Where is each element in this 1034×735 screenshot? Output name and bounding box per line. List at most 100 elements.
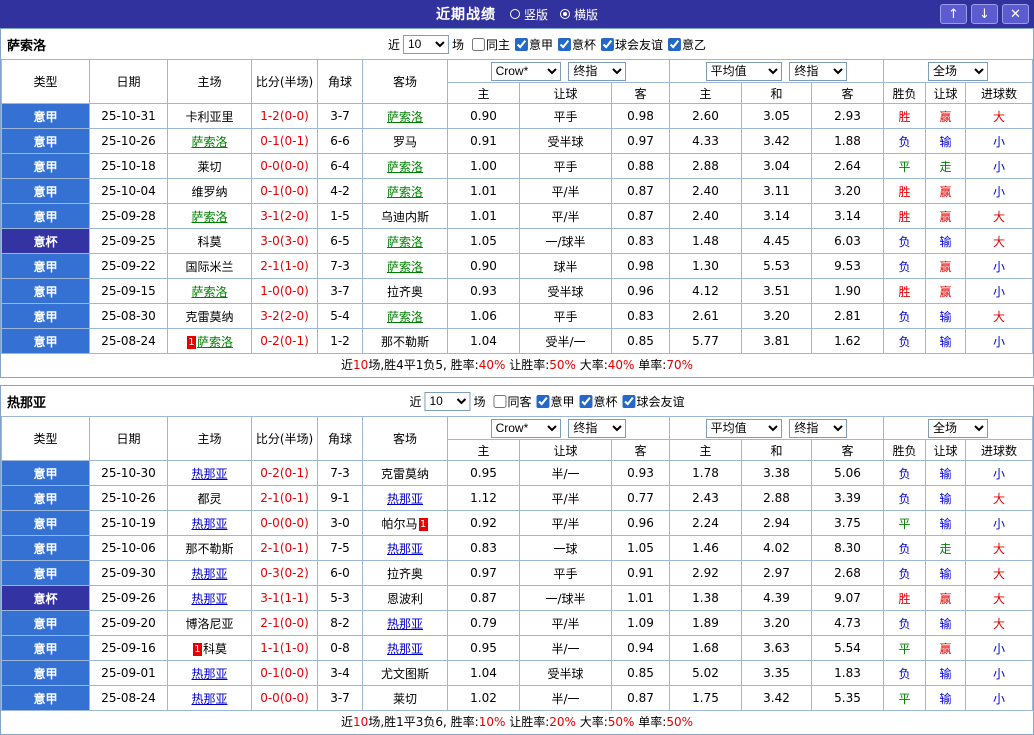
checkbox-input[interactable] (471, 37, 485, 51)
corners-cell: 6-4 (317, 153, 363, 179)
team-name-link[interactable]: 萨索洛 (191, 285, 227, 299)
avg-final-select[interactable]: 终指 (789, 418, 848, 438)
team-name-link[interactable]: 热那亚 (191, 467, 227, 481)
scope-select[interactable]: 全场 (928, 61, 988, 81)
corners-cell: 3-7 (317, 103, 363, 129)
checkbox-input[interactable] (601, 37, 615, 51)
home-team-cell: 都灵 (167, 485, 252, 511)
team-name-link[interactable]: 热那亚 (191, 592, 227, 606)
result-goals-cell: 小 (965, 685, 1033, 711)
odds-final-select[interactable]: 终指 (568, 61, 627, 81)
avg-select[interactable]: 平均值 (705, 61, 782, 81)
result-handicap-cell: 输 (925, 485, 966, 511)
team-name-link[interactable]: 萨索洛 (387, 310, 423, 324)
odds-final-select[interactable]: 终指 (568, 418, 627, 438)
move-down-button[interactable]: ↓ (971, 4, 998, 24)
checkbox-input[interactable] (493, 394, 507, 408)
avg-home-cell: 1.46 (669, 535, 742, 561)
checkbox-input[interactable] (558, 37, 572, 51)
filter-checkbox-意甲[interactable]: 意甲 (514, 36, 553, 53)
odds-away-cell: 0.87 (611, 203, 670, 229)
filter-checkbox-球会友谊[interactable]: 球会友谊 (601, 36, 663, 53)
team-name-link: 恩波利 (386, 591, 423, 606)
away-team-cell: 拉齐奥 (362, 560, 448, 586)
avg-away-cell: 2.68 (811, 560, 884, 586)
close-button[interactable]: ✕ (1002, 4, 1029, 24)
filter-checkbox-同主[interactable]: 同主 (471, 36, 510, 53)
filter-checkbox-意甲[interactable]: 意甲 (536, 393, 575, 410)
move-up-button[interactable]: ↑ (940, 4, 967, 24)
odds-company-select[interactable]: Crow* (490, 418, 561, 438)
team-name-link[interactable]: 萨索洛 (191, 210, 227, 224)
corners-cell: 3-7 (317, 278, 363, 304)
team-name-link: 莱切 (392, 691, 417, 706)
result-goals-cell: 大 (965, 103, 1033, 129)
result-wdl-cell: 胜 (883, 203, 926, 229)
team-name-link[interactable]: 萨索洛 (197, 335, 233, 349)
handicap-cell: 平/半 (519, 178, 612, 204)
checkbox-input[interactable] (668, 37, 682, 51)
team-name-link[interactable]: 萨索洛 (191, 135, 227, 149)
score-cell: 0-0(0-0) (251, 153, 318, 179)
result-handicap-cell: 赢 (925, 203, 966, 229)
sections-root: 萨索洛 近 10 场 同主 意甲 意杯 球会友谊 意乙 类型 日期 主场 比分(… (0, 28, 1034, 735)
avg-select[interactable]: 平均值 (705, 418, 782, 438)
odds-away-cell: 0.91 (611, 560, 670, 586)
scope-select[interactable]: 全场 (928, 418, 988, 438)
result-wdl-cell: 胜 (883, 178, 926, 204)
checkbox-input[interactable] (579, 394, 593, 408)
result-wdl-cell: 胜 (883, 103, 926, 129)
summary-line: 近10场,胜4平1负5, 胜率:40% 让胜率:50% 大率:40% 单率:70… (1, 354, 1033, 377)
filter-checkbox-意杯[interactable]: 意杯 (579, 393, 618, 410)
filter-checkbox-同客[interactable]: 同客 (493, 393, 532, 410)
match-count-select[interactable]: 10 (402, 34, 449, 54)
avg-final-select[interactable]: 终指 (789, 61, 848, 81)
score-cell: 0-2(0-1) (251, 328, 318, 354)
odds-home-cell: 1.05 (447, 228, 520, 254)
checkbox-label-text: 意杯 (593, 394, 618, 409)
match-date: 25-10-30 (89, 460, 168, 486)
checkbox-input[interactable] (514, 37, 528, 51)
team-name-link[interactable]: 热那亚 (387, 617, 423, 631)
result-goals-cell: 大 (965, 303, 1033, 329)
filter-checkbox-意杯[interactable]: 意杯 (558, 36, 596, 53)
filter-bar: 近 10 场 同客 意甲 意杯 球会友谊 (409, 391, 685, 411)
filter-checkbox-意乙[interactable]: 意乙 (668, 36, 706, 53)
layout-radio-vertical[interactable]: 竖版 (509, 6, 548, 23)
avg-draw-cell: 4.02 (741, 535, 812, 561)
team-name-link[interactable]: 热那亚 (387, 492, 423, 506)
recent-results-window: 近期战绩 竖版 横版 ↑ ↓ ✕ 萨索洛 近 10 场 同主 意甲 意杯 球会友谊 意乙 (0, 0, 1034, 735)
team-name-link[interactable]: 热那亚 (387, 642, 423, 656)
column-header-away: 客场 (362, 416, 448, 461)
team-name-link[interactable]: 热那亚 (191, 692, 227, 706)
team-name-link[interactable]: 萨索洛 (387, 160, 423, 174)
result-handicap-cell: 输 (925, 328, 966, 354)
team-name-link[interactable]: 萨索洛 (387, 260, 423, 274)
odds-company-select[interactable]: Crow* (490, 61, 561, 81)
team-name-link: 莱切 (197, 159, 222, 174)
team-name-link[interactable]: 热那亚 (387, 542, 423, 556)
filter-checkbox-球会友谊[interactable]: 球会友谊 (622, 393, 685, 410)
subheader-result-goals: 进球数 (965, 82, 1033, 104)
column-header-home: 主场 (167, 59, 252, 104)
handicap-cell: 受半/一 (519, 328, 612, 354)
team-name-link[interactable]: 萨索洛 (387, 185, 423, 199)
team-name-link[interactable]: 萨索洛 (387, 235, 423, 249)
match-row: 意甲 25-10-19 热那亚 0-0(0-0) 3-0 帕尔马 1 0.92 平… (1, 510, 1033, 536)
team-name-link[interactable]: 热那亚 (191, 517, 227, 531)
match-count-select[interactable]: 10 (424, 391, 471, 411)
team-name-link[interactable]: 热那亚 (191, 667, 227, 681)
checkbox-input[interactable] (622, 394, 636, 408)
team-name-link[interactable]: 热那亚 (191, 567, 227, 581)
league-badge: 意甲 (1, 303, 90, 329)
layout-radio-horizontal[interactable]: 横版 (560, 6, 598, 23)
match-row: 意甲 25-09-20 博洛尼亚 2-1(0-0) 8-2 热那亚 0.79 平… (1, 610, 1033, 636)
team-name-link[interactable]: 萨索洛 (387, 110, 423, 124)
result-goals-cell: 大 (965, 485, 1033, 511)
avg-away-cell: 3.39 (811, 485, 884, 511)
league-badge: 意甲 (1, 328, 90, 354)
result-handicap-cell: 输 (925, 228, 966, 254)
checkbox-input[interactable] (536, 394, 550, 408)
column-header-away: 客场 (362, 59, 448, 104)
scope-group-header: 全场 (883, 59, 1033, 83)
